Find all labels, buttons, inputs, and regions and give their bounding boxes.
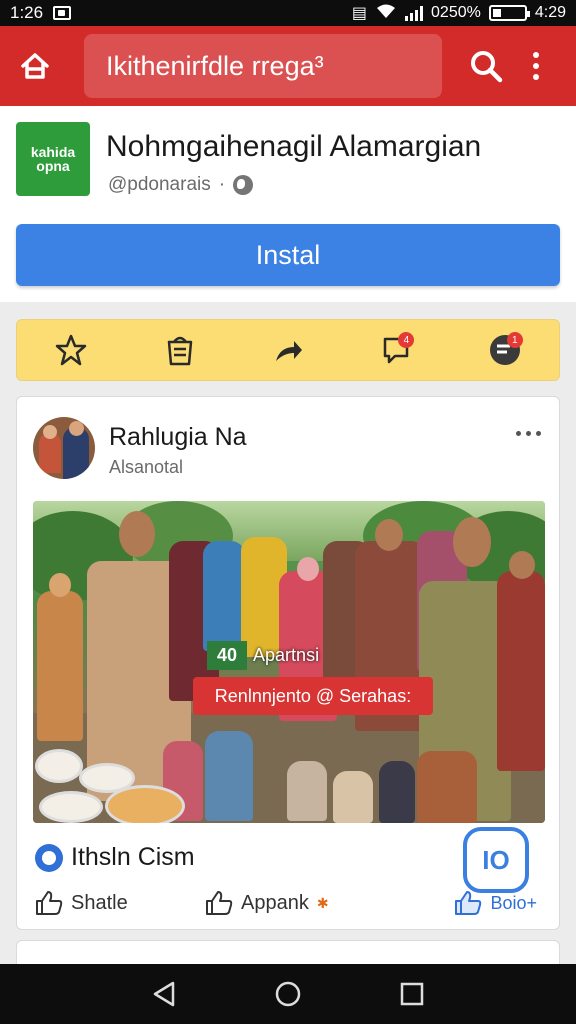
post-more-button[interactable] [516, 431, 541, 436]
image-banner[interactable]: Renlnnjento @ Serahas: [193, 677, 433, 715]
star-icon [55, 334, 87, 366]
message-badge: 1 [506, 332, 523, 348]
favorite-button[interactable] [49, 328, 93, 372]
like-thumb-icon [455, 891, 482, 915]
status-bar: 1:26 ▤ 0250% 4:29 [0, 0, 576, 26]
like-label: Boio+ [490, 892, 537, 913]
status-time-left: 1:26 [10, 3, 44, 22]
navigation-bar [0, 964, 576, 1024]
image-number: 40 [207, 640, 248, 670]
post-actions: Shatle Appank ✱ Boio+ [35, 885, 543, 921]
search-text: Ikithenirfdle rrega³ [106, 50, 324, 81]
recents-square-icon [400, 982, 424, 1006]
app-header: kahida opna Nohmgaihenagil Alamargian @p… [0, 106, 576, 302]
asterisk-icon: ✱ [316, 894, 329, 911]
approve-button[interactable]: Appank ✱ [205, 890, 415, 916]
image-caption: Apartnsi [253, 644, 320, 665]
recents-button[interactable] [392, 974, 432, 1014]
messages-button[interactable]: 1 [483, 328, 527, 372]
post-title: Ithsln Cism [71, 843, 195, 871]
approve-label: Appank [241, 891, 309, 914]
separator-dot: · [218, 174, 226, 195]
post-author[interactable]: Rahlugia Na [109, 423, 247, 452]
more-vertical-icon [533, 52, 539, 80]
home-nav-button[interactable] [268, 974, 308, 1014]
app-developer[interactable]: @pdonarais · [108, 174, 254, 196]
post-card: Rahlugia Na Alsanotal 40 Apartnsi Renlnn… [16, 396, 560, 930]
app-logo: kahida opna [16, 122, 90, 196]
search-icon [471, 51, 503, 83]
share-arrow-icon [275, 341, 302, 361]
search-input[interactable]: Ikithenirfdle rrega³ [84, 34, 442, 98]
image-label: 40 Apartnsi [207, 639, 319, 671]
home-icon [21, 53, 49, 79]
comment-button[interactable]: 4 [374, 328, 418, 372]
signal-icon [405, 5, 424, 21]
app-bar: Ikithenirfdle rrega³ [0, 26, 576, 106]
install-button[interactable]: Instal [16, 224, 560, 286]
comment-badge: 4 [398, 332, 415, 348]
like-button[interactable]: Boio+ [454, 890, 537, 916]
action-bar: 4 1 [16, 319, 560, 381]
overflow-menu-button[interactable] [516, 26, 556, 106]
back-triangle-icon [153, 981, 175, 1007]
battery-percentage: 0250% [431, 4, 481, 21]
home-circle-icon [275, 981, 301, 1007]
shop-button[interactable] [158, 328, 202, 372]
vibrate-icon: ▤ [351, 5, 368, 22]
developer-name: @pdonarais [108, 174, 211, 195]
status-time-right: 4:29 [534, 4, 566, 21]
share-button[interactable]: Shatle [35, 890, 205, 916]
share-action-button[interactable] [266, 328, 310, 372]
verified-icon [35, 843, 63, 872]
app-name: Nohmgaihenagil Alamargian [106, 130, 482, 163]
instagram-button[interactable]: IO [463, 827, 529, 893]
thumb-up-icon [206, 891, 233, 915]
avatar[interactable] [33, 417, 95, 479]
image-notification-icon [53, 6, 72, 20]
home-button[interactable] [0, 26, 70, 106]
thumb-icon [36, 891, 63, 915]
post-image[interactable]: 40 Apartnsi Renlnnjento @ Serahas: [33, 501, 545, 823]
search-button[interactable] [456, 26, 516, 106]
back-button[interactable] [144, 974, 184, 1014]
bag-icon [167, 336, 192, 366]
post-subtitle: Alsanotal [109, 457, 184, 477]
globe-icon [233, 175, 254, 195]
wifi-icon [375, 3, 397, 24]
share-label: Shatle [71, 891, 128, 914]
battery-icon [488, 5, 530, 21]
post-title-row: Ithsln Cism [35, 843, 195, 872]
